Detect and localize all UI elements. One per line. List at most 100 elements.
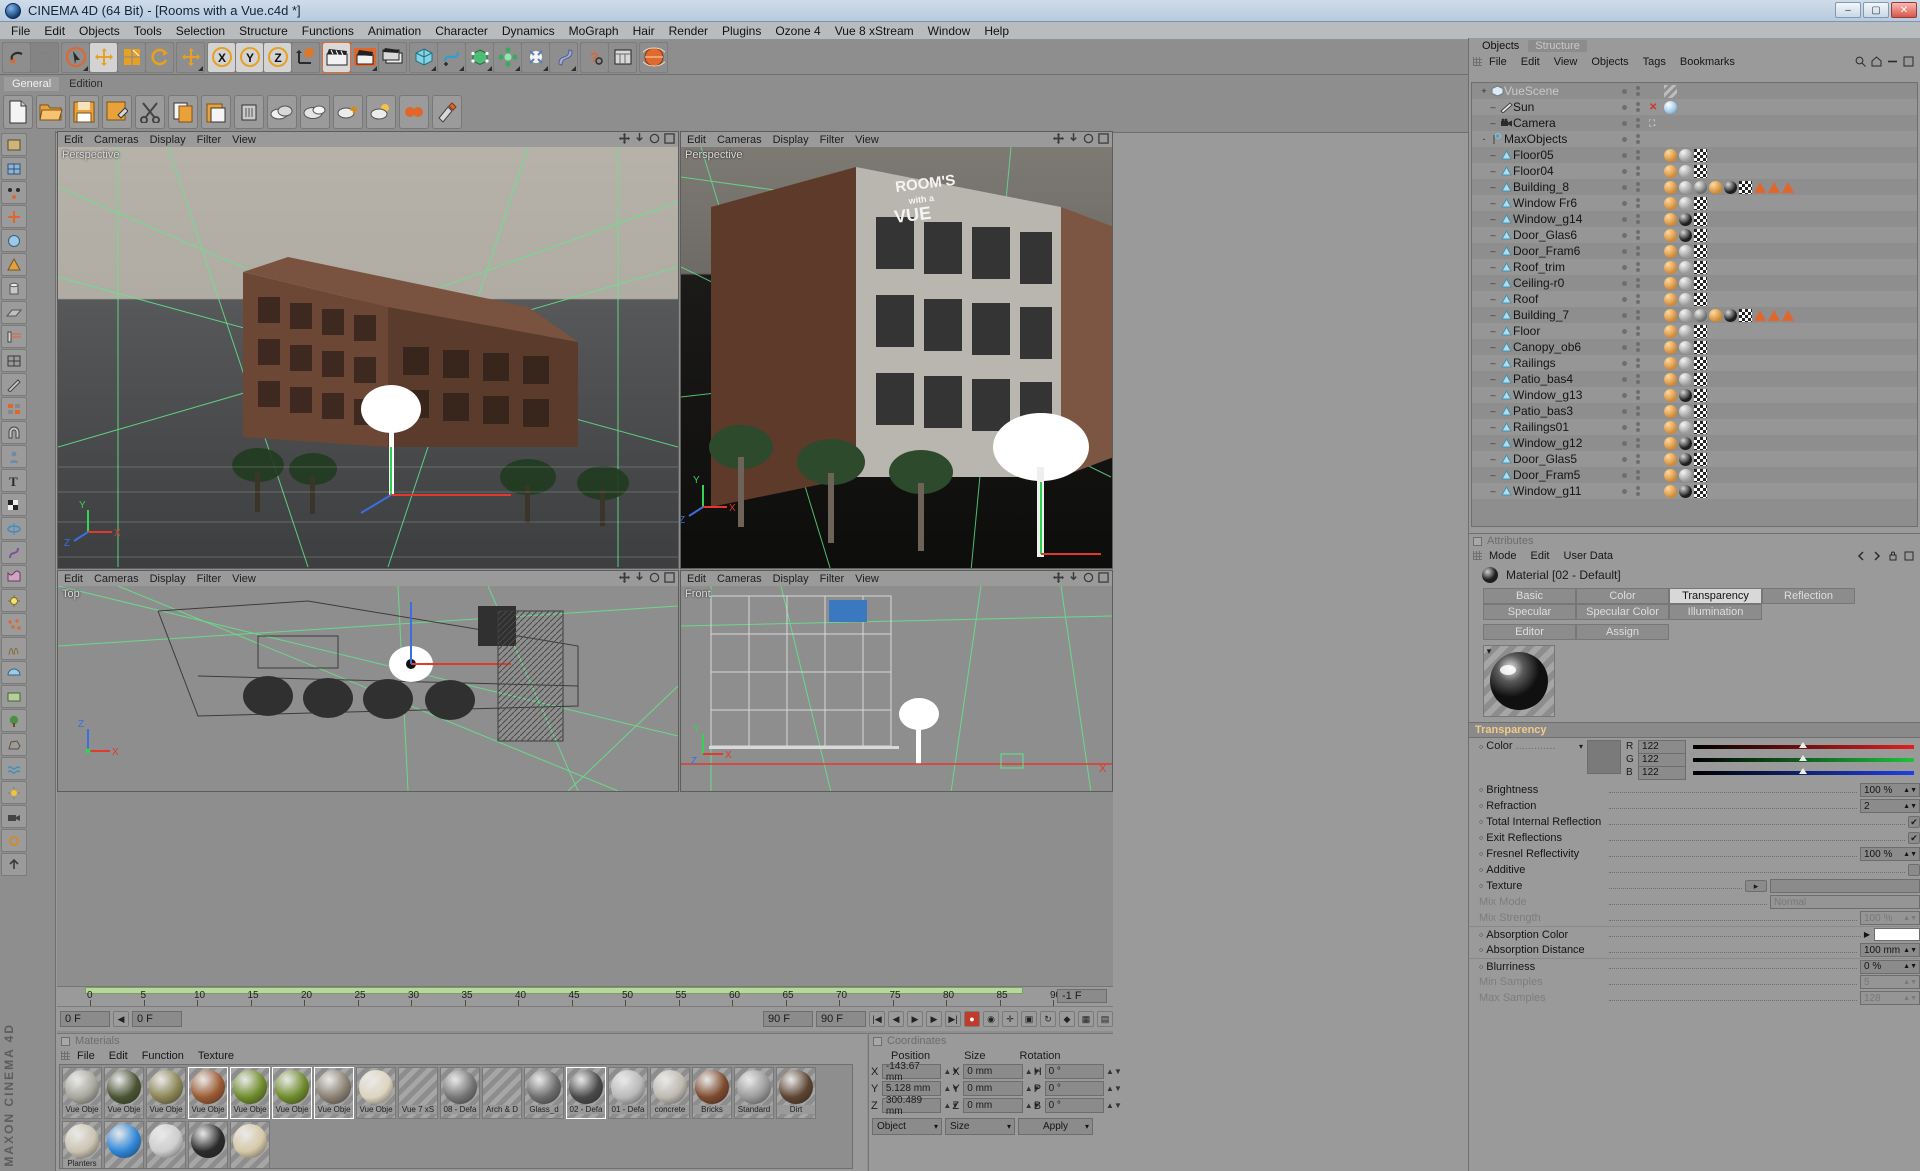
tag-column[interactable] [1664, 356, 1707, 370]
tag-material-icon[interactable] [1679, 276, 1692, 290]
tag-material-icon[interactable] [1679, 468, 1692, 482]
undo-button[interactable] [3, 42, 30, 72]
cloud-a-button[interactable] [267, 94, 297, 129]
object-manager-tabs[interactable]: Objects Structure [1469, 38, 1920, 52]
array-button[interactable] [494, 42, 521, 72]
viewport-3-body[interactable]: Top Z X [58, 586, 678, 791]
select-tool-button[interactable] [62, 42, 89, 72]
tag-material-icon[interactable] [1664, 372, 1677, 386]
visibility-dots[interactable] [1622, 358, 1640, 368]
object-row[interactable]: – Canopy_ob6 [1472, 339, 1917, 355]
keyframe-scale-button[interactable]: ▣ [1021, 1011, 1037, 1027]
new-file-button[interactable] [3, 94, 33, 129]
visibility-dots[interactable] [1622, 310, 1640, 320]
object-row[interactable]: – Building_8 [1472, 179, 1917, 195]
om-menu-edit[interactable]: Edit [1521, 56, 1540, 68]
tag-material-icon[interactable] [1679, 244, 1692, 258]
material-item[interactable]: Bricks [692, 1067, 732, 1119]
materials-menu-file[interactable]: File [77, 1050, 95, 1062]
attribute-tabs-row1[interactable]: Basic Color Transparency Reflection Specular… [1483, 588, 1914, 620]
open-file-button[interactable] [36, 94, 66, 129]
attr-menu-mode[interactable]: Mode [1489, 550, 1517, 562]
material-item[interactable] [230, 1121, 270, 1168]
materials-menu-texture[interactable]: Texture [198, 1050, 234, 1062]
tag-uv-icon[interactable] [1694, 484, 1707, 498]
tree-expander[interactable]: – [1487, 230, 1499, 240]
collapse-icon[interactable] [1887, 56, 1898, 67]
om-menu-view[interactable]: View [1554, 56, 1578, 68]
tag-light-icon[interactable] [1664, 100, 1677, 114]
material-item[interactable]: 08 - Defa [440, 1067, 480, 1119]
scene-icon[interactable] [1, 685, 27, 708]
attr-tab-illumination[interactable]: Illumination [1669, 604, 1762, 620]
water-icon[interactable] [1, 757, 27, 780]
visibility-dots[interactable] [1622, 438, 1640, 448]
object-row[interactable]: – Window_g11 [1472, 483, 1917, 499]
material-item[interactable]: Glass_d [524, 1067, 564, 1119]
min-samples-field[interactable]: 5 ▲▼ [1860, 975, 1920, 989]
cone-primitive-icon[interactable] [1, 253, 27, 276]
key-prev-button[interactable]: ◀ [113, 1011, 129, 1027]
menu-item-functions[interactable]: Functions [295, 23, 361, 39]
minimize-button[interactable]: – [1835, 2, 1861, 18]
tag-material-icon[interactable] [1679, 452, 1692, 466]
lathe-icon[interactable] [1, 517, 27, 540]
material-item[interactable]: Vue Obje [104, 1067, 144, 1119]
exit-reflections-checkbox[interactable]: ✔ [1908, 832, 1920, 844]
attribute-row[interactable]: Texture ▸ [1469, 878, 1920, 894]
om-tab-objects[interactable]: Objects [1475, 40, 1527, 52]
coordinates-buttons[interactable]: Object Size Apply [869, 1114, 1113, 1139]
tree-icon[interactable] [1, 709, 27, 732]
tag-material-icon[interactable] [1664, 196, 1677, 210]
cloud-b-button[interactable] [300, 94, 330, 129]
attribute-row[interactable]: Mix Strength 100 % ▲▼ [1469, 910, 1920, 926]
tag-uv-icon[interactable] [1694, 372, 1707, 386]
visibility-dots[interactable] [1622, 86, 1640, 96]
attribute-row[interactable]: Refraction 2▲▼ [1469, 798, 1920, 814]
tag-hatch-icon[interactable] [1664, 84, 1677, 98]
tag-uv-icon[interactable] [1694, 436, 1707, 450]
refraction-field[interactable]: 2 ▲▼ [1860, 799, 1920, 813]
tag-material-icon[interactable] [1679, 164, 1692, 178]
visibility-dots[interactable] [1622, 486, 1640, 496]
cloth-icon[interactable] [1, 565, 27, 588]
tag-uv-icon[interactable] [1694, 228, 1707, 242]
rotation-field[interactable]: 0 ° [1044, 1098, 1105, 1113]
tag-material-icon[interactable] [1664, 180, 1677, 194]
tag-uv-icon[interactable] [1694, 244, 1707, 258]
object-row[interactable]: – Camera ⛶ [1472, 115, 1917, 131]
tag-material-icon[interactable] [1679, 260, 1692, 274]
object-row[interactable]: – Window_g14 [1472, 211, 1917, 227]
om-menu-file[interactable]: File [1489, 56, 1507, 68]
layout-tab-edition[interactable]: Edition [61, 77, 111, 91]
visibility-dots[interactable] [1622, 374, 1640, 384]
grid-icon[interactable] [1, 349, 27, 372]
bend-icon[interactable] [1, 541, 27, 564]
viewport-perspective-2[interactable]: Edit Cameras Display Filter View Perspec… [680, 131, 1113, 569]
help-button[interactable]: ? [581, 42, 608, 72]
menu-item-mograph[interactable]: MoGraph [562, 23, 626, 39]
tag-material-icon[interactable] [1679, 436, 1692, 450]
delete-button[interactable] [234, 94, 264, 129]
swatch-arrow[interactable]: ▶ [1864, 930, 1870, 939]
menu-item-window[interactable]: Window [921, 23, 978, 39]
tree-expander[interactable]: – [1487, 166, 1499, 176]
viewport-front[interactable]: Edit Cameras Display Filter View Front Y… [680, 570, 1113, 792]
coordinates-lock-checkbox[interactable] [873, 1036, 882, 1046]
tree-expander[interactable]: – [1487, 342, 1499, 352]
globe-button[interactable] [640, 42, 667, 72]
tree-expander[interactable]: – [1487, 326, 1499, 336]
visibility-dots[interactable] [1622, 166, 1640, 176]
tag-column[interactable] [1664, 276, 1707, 290]
tag-uv-icon[interactable] [1694, 196, 1707, 210]
materials-grid[interactable]: Vue Obje Vue Obje Vue Obje Vue Obje Vue Obje… [59, 1064, 853, 1169]
total-internal-reflection-checkbox[interactable]: ✔ [1908, 816, 1920, 828]
object-row[interactable]: – Patio_bas3 [1472, 403, 1917, 419]
absorption-distance-field[interactable]: 100 mm ▲▼ [1860, 943, 1920, 957]
visibility-dots[interactable] [1622, 390, 1640, 400]
tag-material-icon[interactable] [1664, 404, 1677, 418]
tag-column[interactable] [1664, 308, 1794, 322]
object-row[interactable]: – Door_Glas5 [1472, 451, 1917, 467]
materials-menu-function[interactable]: Function [142, 1050, 184, 1062]
attributes-panel[interactable]: Attributes Mode Edit User Data Material … [1469, 533, 1920, 1171]
